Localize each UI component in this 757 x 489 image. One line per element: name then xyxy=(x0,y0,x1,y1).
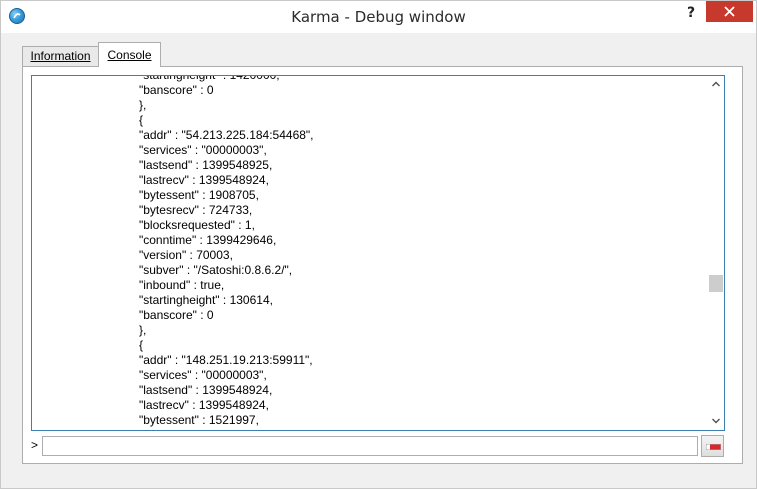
console-scrollbar[interactable] xyxy=(708,76,724,430)
console-line: "inbound" : true, xyxy=(139,278,225,292)
console-line: "blocksrequested" : 1, xyxy=(139,218,255,232)
console-line: "addr" : "148.251.19.213:59911", xyxy=(139,353,313,367)
console-line: "bytessent" : 1908705, xyxy=(139,188,259,202)
scroll-thumb[interactable] xyxy=(709,275,723,292)
close-icon xyxy=(724,6,735,17)
tab-information[interactable]: Information xyxy=(22,46,99,66)
console-output[interactable]: "startingheight" : 1420000, "banscore" : … xyxy=(31,75,725,431)
karma-app-icon[interactable] xyxy=(9,8,25,24)
console-line: "services" : "00000003", xyxy=(139,143,267,157)
console-line: "banscore" : 0 xyxy=(139,308,214,322)
chevron-down-icon xyxy=(712,418,720,424)
console-line: "version" : 70003, xyxy=(139,248,233,262)
console-prompt: > xyxy=(31,438,39,452)
console-line: { xyxy=(139,113,144,127)
console-line: "bytessent" : 1521997, xyxy=(139,413,259,427)
console-line: }, xyxy=(139,98,147,112)
scroll-down-button[interactable] xyxy=(708,413,724,430)
tab-console-label: Console xyxy=(107,48,152,62)
console-input[interactable] xyxy=(42,436,698,456)
scroll-up-button[interactable] xyxy=(708,76,724,93)
console-line: "lastrecv" : 1399548924, xyxy=(139,398,269,412)
console-line: }, xyxy=(139,323,147,337)
console-line: "bytesrecv" : 706850, xyxy=(139,428,314,430)
console-line: { xyxy=(139,338,144,352)
console-line: "startingheight" : 130614, xyxy=(139,293,273,307)
console-line: "lastsend" : 1399548924, xyxy=(139,383,273,397)
tab-console[interactable]: Console xyxy=(98,42,161,67)
chevron-up-icon xyxy=(712,81,720,87)
window-title: Karma - Debug window xyxy=(291,8,466,26)
eraser-icon xyxy=(706,444,721,450)
console-line: "banscore" : 0 xyxy=(139,83,214,97)
console-line: "subver" : "/Satoshi:0.8.6.2/", xyxy=(139,263,293,277)
console-line: "conntime" : 1399429646, xyxy=(139,233,277,247)
tab-information-label: Information xyxy=(30,49,91,63)
debug-window: Karma - Debug window ? Information Conso… xyxy=(0,0,757,489)
clear-console-button[interactable] xyxy=(701,435,724,457)
console-line: "addr" : "54.213.225.184:54468", xyxy=(139,128,314,142)
console-line: "bytesrecv" : 724733, xyxy=(139,203,253,217)
console-lines: "startingheight" : 1420000, "banscore" : … xyxy=(139,75,314,430)
console-line: "lastrecv" : 1399548924, xyxy=(139,173,269,187)
title-bar: Karma - Debug window ? xyxy=(1,1,756,33)
close-button[interactable] xyxy=(706,1,753,22)
help-button[interactable]: ? xyxy=(678,2,704,24)
console-line: "services" : "00000003", xyxy=(139,368,267,382)
console-line: "startingheight" : 1420000, xyxy=(139,75,280,82)
console-line: "lastsend" : 1399548925, xyxy=(139,158,273,172)
